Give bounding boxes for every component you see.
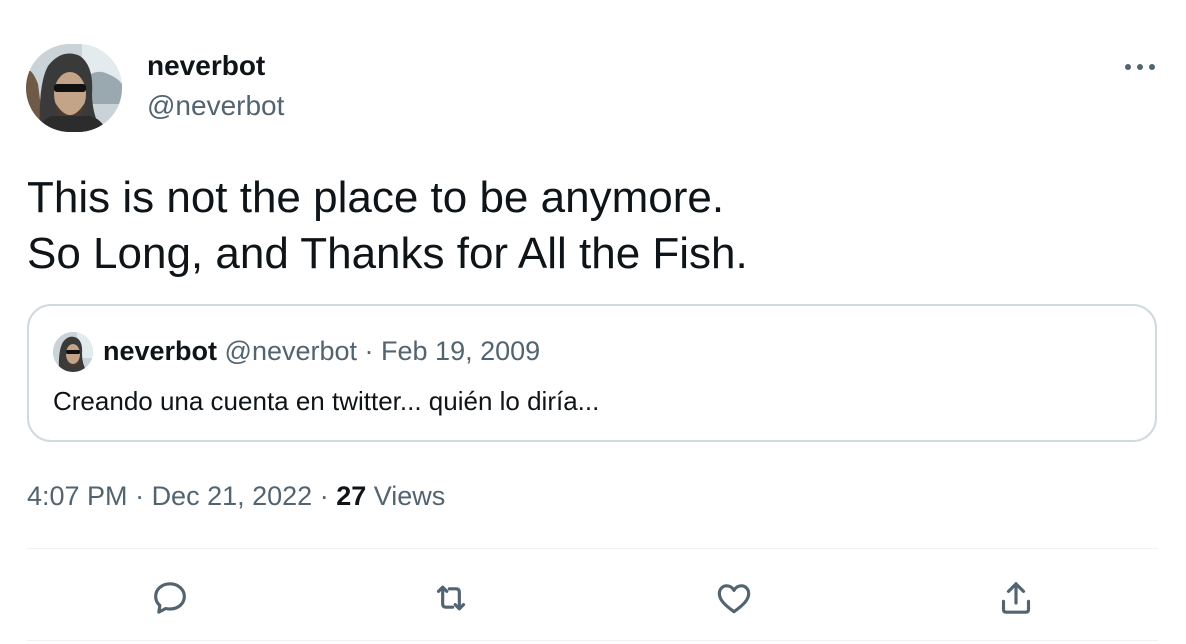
- avatar-photo-icon: [53, 332, 93, 372]
- quote-separator: ·: [357, 336, 382, 366]
- quote-author-name: neverbot: [103, 336, 218, 366]
- quote-header: neverbot @neverbot · Feb 19, 2009: [103, 336, 540, 367]
- share-button[interactable]: [988, 570, 1044, 626]
- tweet-date[interactable]: Dec 21, 2022: [152, 481, 313, 511]
- action-bar: [0, 570, 1186, 626]
- more-options-button[interactable]: [1120, 52, 1160, 82]
- quote-author-handle: @neverbot: [224, 336, 358, 366]
- tweet-text: This is not the place to be anymore. So …: [27, 170, 1157, 282]
- tweet: neverbot @neverbot This is not the place…: [0, 0, 1186, 644]
- more-horizontal-icon: [1125, 64, 1155, 70]
- retweet-button[interactable]: [423, 570, 479, 626]
- meta-separator: ·: [312, 481, 337, 511]
- tweet-time[interactable]: 4:07 PM: [27, 481, 128, 511]
- author-handle[interactable]: @neverbot: [147, 90, 284, 122]
- like-icon: [717, 584, 751, 614]
- views-count: 27: [336, 481, 367, 511]
- reply-icon: [154, 582, 186, 614]
- views-label: Views: [373, 481, 446, 511]
- share-icon: [1001, 582, 1031, 614]
- meta-separator: ·: [127, 481, 152, 511]
- tweet-text-line: So Long, and Thanks for All the Fish.: [27, 229, 748, 278]
- quote-date: Feb 19, 2009: [381, 336, 541, 366]
- like-button[interactable]: [706, 570, 762, 626]
- tweet-meta: 4:07 PM · Dec 21, 2022 · 27 Views: [27, 481, 445, 512]
- avatar-photo-icon: [26, 44, 122, 132]
- tweet-text-line: This is not the place to be anymore.: [27, 173, 725, 222]
- author-avatar[interactable]: [26, 44, 122, 132]
- quote-avatar: [53, 332, 93, 372]
- author-name[interactable]: neverbot: [147, 50, 265, 82]
- reply-button[interactable]: [142, 570, 198, 626]
- quoted-tweet[interactable]: neverbot @neverbot · Feb 19, 2009 Creand…: [27, 304, 1157, 442]
- divider: [27, 640, 1158, 641]
- quote-text: Creando una cuenta en twitter... quién l…: [53, 386, 600, 416]
- divider: [27, 548, 1158, 549]
- retweet-icon: [436, 585, 466, 611]
